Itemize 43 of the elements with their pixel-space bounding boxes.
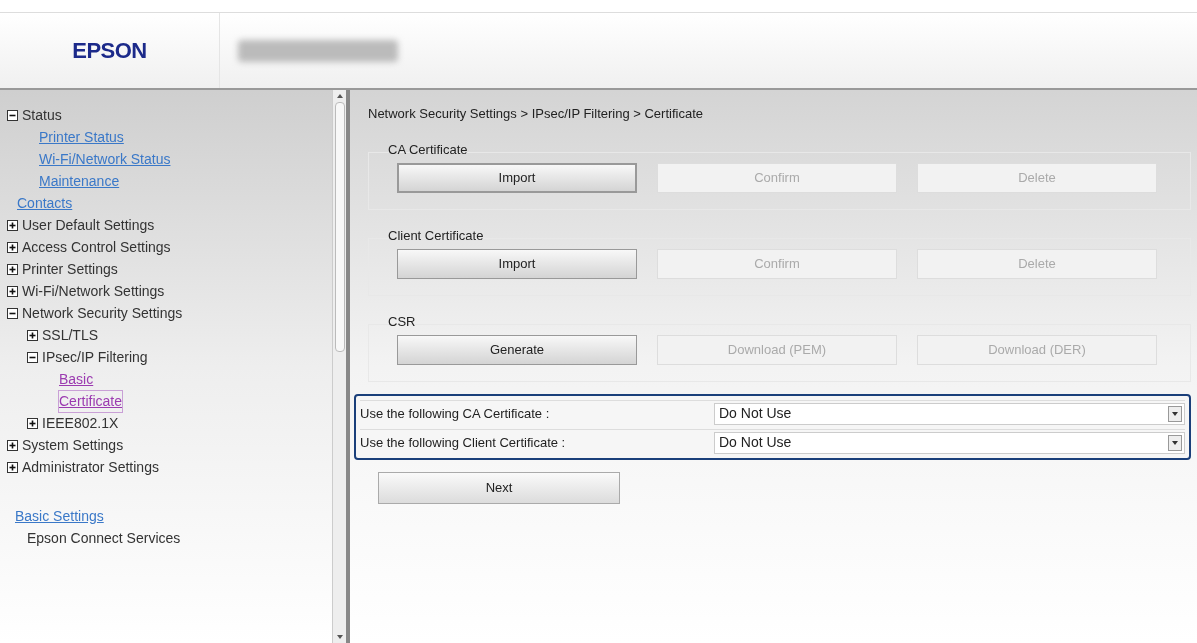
tree-link[interactable]: Certificate xyxy=(59,390,123,412)
scroll-down-icon[interactable] xyxy=(336,635,343,639)
menu-item[interactable]: Epson Connect Services xyxy=(27,527,181,549)
tree-item[interactable]: Access Control Settings xyxy=(22,236,171,258)
tree-item[interactable]: IPsec/IP Filtering xyxy=(42,346,148,368)
tree-item[interactable]: Printer Settings xyxy=(22,258,118,280)
section-title: Client Certificate xyxy=(388,226,484,245)
setting-label: Use the following CA Certificate : xyxy=(360,404,551,423)
section-title: CSR xyxy=(388,312,416,331)
expand-icon[interactable] xyxy=(27,329,38,341)
tree-item[interactable]: Administrator Settings xyxy=(22,456,159,478)
expand-icon[interactable] xyxy=(27,417,38,429)
expand-icon[interactable] xyxy=(7,439,18,451)
dropdown[interactable]: Do Not Use xyxy=(714,402,1185,425)
tree-item[interactable]: System Settings xyxy=(22,434,124,456)
tree-item[interactable]: IEEE802.1X xyxy=(42,412,119,434)
expand-icon[interactable] xyxy=(7,219,18,231)
collapse-icon[interactable] xyxy=(7,307,18,319)
action-button[interactable]: Import xyxy=(397,248,637,279)
action-button[interactable]: Generate xyxy=(397,334,637,365)
collapse-icon[interactable] xyxy=(7,109,18,121)
expand-icon[interactable] xyxy=(7,263,18,275)
scroll-up-icon[interactable] xyxy=(336,94,343,98)
tree-link[interactable]: Basic xyxy=(59,368,94,390)
breadcrumb: Network Security Settings > IPsec/IP Filtering > Certificate xyxy=(368,105,704,123)
scrollbar[interactable] xyxy=(332,90,346,643)
action-button[interactable]: Import xyxy=(397,162,637,193)
tree-item[interactable]: SSL/TLS xyxy=(42,324,99,346)
expand-icon[interactable] xyxy=(7,285,18,297)
tree-item[interactable]: User Default Settings xyxy=(22,214,155,236)
dropdown[interactable]: Do Not Use xyxy=(714,431,1185,454)
brand-logo: EPSON xyxy=(72,37,147,65)
tree-item[interactable]: Network Security Settings xyxy=(22,302,183,324)
collapse-icon[interactable] xyxy=(27,351,38,363)
expand-icon[interactable] xyxy=(7,461,18,473)
next-button[interactable]: Next xyxy=(378,471,620,504)
section-title: CA Certificate xyxy=(388,140,468,159)
tree-item[interactable]: Wi-Fi/Network Settings xyxy=(22,280,165,302)
scroll-thumb[interactable] xyxy=(334,102,345,352)
settings-link[interactable]: Basic Settings xyxy=(15,505,104,527)
expand-icon[interactable] xyxy=(7,241,18,253)
setting-label: Use the following Client Certificate : xyxy=(360,433,567,452)
tree-item[interactable]: Status xyxy=(22,104,62,126)
